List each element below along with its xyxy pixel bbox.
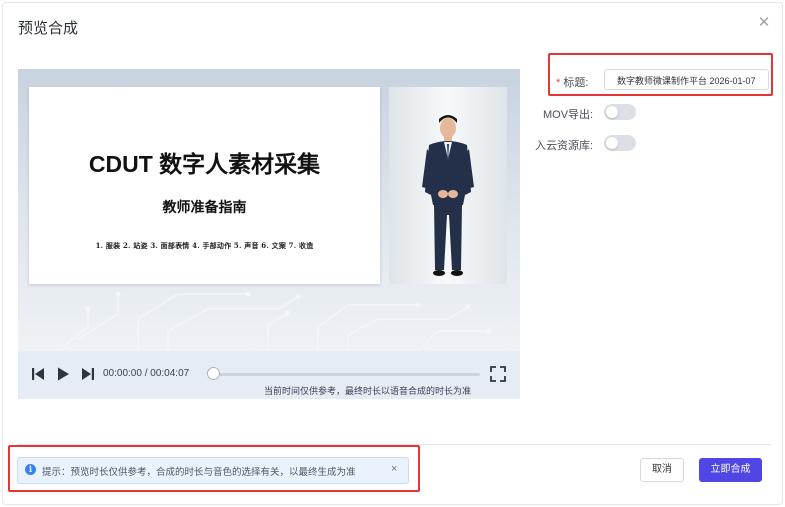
slide-main-title: CDUT 数字人素材采集 (88, 151, 321, 177)
progress-track[interactable] (212, 373, 480, 376)
cloud-library-toggle[interactable] (604, 135, 636, 151)
slide-subtitle: 教师准备指南 (162, 200, 247, 216)
mov-export-label: MOV导出: (543, 109, 594, 121)
highlight-box-title (548, 53, 773, 96)
cloud-library-label: 入云资源库: (535, 140, 594, 152)
skip-back-icon[interactable] (30, 366, 46, 382)
fullscreen-icon[interactable] (490, 366, 506, 382)
slide-items: 1. 服装 2. 站姿 3. 面部表情 4. 手部动作 5. 声音 6. 文案 … (95, 241, 314, 250)
presenter-figure (422, 115, 474, 276)
presenter-image (389, 87, 507, 284)
close-icon[interactable]: ✕ (757, 15, 771, 30)
cancel-button[interactable]: 取消 (640, 458, 684, 482)
progress-knob[interactable] (207, 367, 220, 380)
dialog-title: 预览合成 (18, 20, 79, 37)
skip-forward-icon[interactable] (80, 366, 96, 382)
toggle-knob (606, 137, 618, 149)
video-preview[interactable]: CDUT 数字人素材采集 教师准备指南 1. 服装 2. 站姿 3. 面部表情 … (18, 69, 520, 399)
highlight-box-tip (8, 445, 420, 492)
time-display: 00:00:00 / 00:04:07 (103, 368, 190, 379)
mov-export-toggle[interactable] (604, 104, 636, 120)
play-icon[interactable] (55, 366, 71, 382)
player-controls: 00:00:00 / 00:04:07 当前时间仅供参考，最终时长以语音合成的时… (18, 352, 520, 399)
submit-button[interactable]: 立即合成 (699, 458, 762, 482)
toggle-knob (606, 106, 618, 118)
slide-card: CDUT 数字人素材采集 教师准备指南 1. 服装 2. 站姿 3. 面部表情 … (29, 87, 380, 284)
duration-note: 当前时间仅供参考，最终时长以语音合成的时长为准 (264, 386, 472, 396)
